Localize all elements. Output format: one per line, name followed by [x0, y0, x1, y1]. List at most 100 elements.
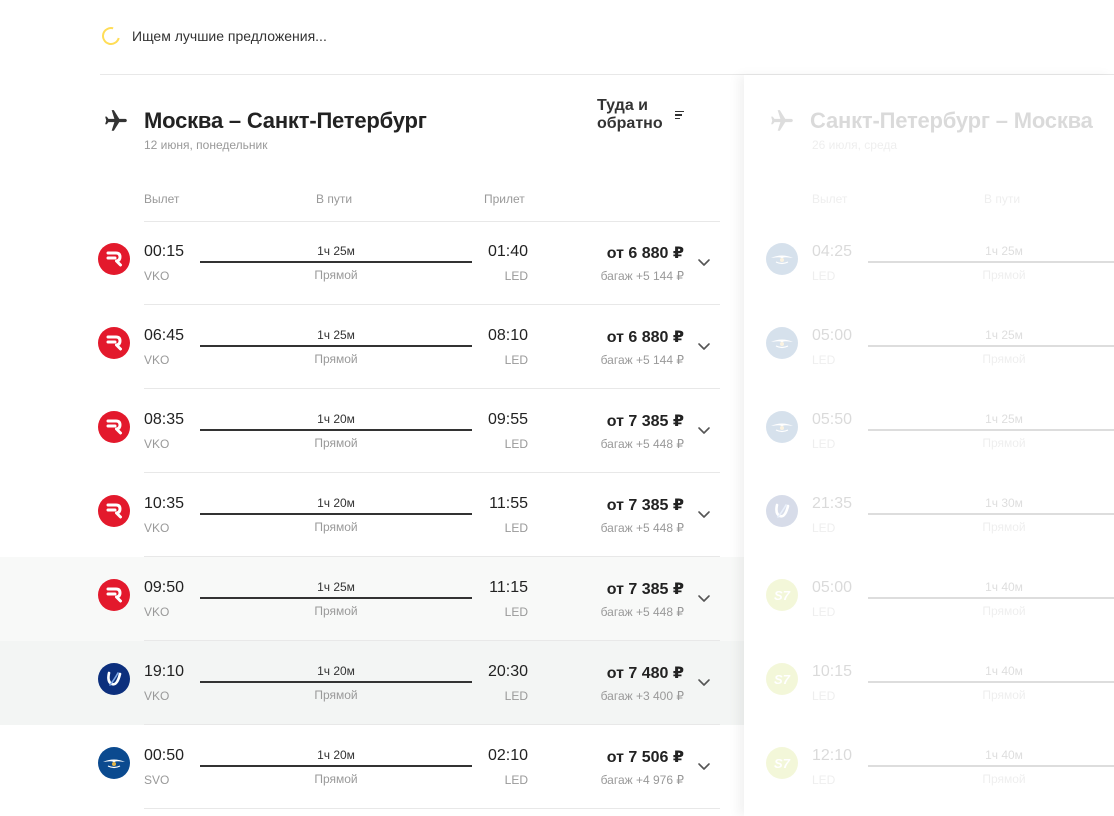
flight-row[interactable]: 00:50 SVO 1ч 20м Прямой 02:10 LED от 7 506 ₽ ба…	[0, 725, 744, 809]
airline-logo-utair	[766, 495, 798, 527]
departure-time: 04:25	[812, 243, 853, 260]
flight-type: Прямой	[314, 688, 358, 702]
departure-airport: VKO	[144, 689, 170, 703]
flight-row[interactable]: 08:35 VKO 1ч 20м Прямой 09:55 LED от 7 385 ₽ ба…	[0, 389, 744, 473]
departure-time: 06:45	[144, 327, 185, 344]
flight-type: Прямой	[982, 688, 1026, 702]
flight-price: от 7 385 ₽	[606, 497, 684, 514]
outbound-route-title: Москва – Санкт-Петербург	[144, 108, 427, 133]
flight-type: Прямой	[314, 352, 358, 366]
return-route-title: Санкт-Петербург – Москва	[810, 108, 1093, 133]
flight-duration: 1ч 25м	[317, 328, 355, 342]
return-panel: Санкт-Петербург – Москва 26 июля, среда …	[744, 75, 1114, 816]
outbound-panel: Москва – Санкт-Петербург 12 июня, понеде…	[0, 75, 744, 816]
flight-duration: 1ч 20м	[317, 412, 355, 426]
route-line	[200, 429, 472, 431]
departure-airport: SVO	[144, 773, 170, 787]
flight-row[interactable]: S7 05:00 LED 1ч 40м Прямой	[744, 557, 1114, 641]
chevron-down-icon[interactable]	[697, 423, 711, 434]
departure-time: 05:50	[812, 411, 853, 428]
sort-icon	[675, 110, 684, 120]
baggage-price: багаж +5 448 ₽	[600, 437, 684, 451]
flight-type: Прямой	[982, 772, 1026, 786]
flight-row[interactable]: 09:50 VKO 1ч 25м Прямой 11:15 LED от 7 385 ₽ ба…	[0, 557, 744, 641]
route-line	[868, 513, 1114, 515]
flight-row[interactable]: 19:10 VKO 1ч 20м Прямой 20:30 LED от 7 480 ₽ ба…	[0, 641, 744, 725]
flight-row[interactable]: 21:35 LED 1ч 30м Прямой	[744, 473, 1114, 557]
arrival-time: 01:40	[487, 243, 528, 260]
route-line	[868, 681, 1114, 683]
flight-row[interactable]: 00:15 VKO 1ч 25м Прямой 01:40 LED от 6 880 ₽ ба…	[0, 221, 744, 305]
baggage-price: багаж +5 144 ₽	[600, 353, 684, 367]
arrival-airport: LED	[504, 605, 528, 619]
departure-airport: LED	[812, 605, 836, 619]
baggage-price: багаж +4 976 ₽	[600, 773, 684, 787]
baggage-price: багаж +3 400 ₽	[600, 689, 684, 703]
departure-airport: VKO	[144, 437, 170, 451]
flight-row[interactable]: 04:25 LED 1ч 25м Прямой	[744, 221, 1114, 305]
loading-spinner-icon	[98, 23, 124, 49]
arrival-time: 09:55	[487, 411, 528, 428]
flight-price: от 6 880 ₽	[606, 245, 684, 262]
arrival-time: 20:30	[487, 663, 528, 680]
sort-by-price-button[interactable]: Туда и обратно	[597, 97, 684, 133]
route-line	[868, 597, 1114, 599]
departure-airport: LED	[812, 689, 836, 703]
arrival-airport: LED	[504, 773, 528, 787]
airline-logo-rossiya	[98, 411, 130, 443]
chevron-down-icon[interactable]	[697, 339, 711, 350]
departure-airport: VKO	[144, 269, 170, 283]
route-line	[200, 513, 472, 515]
column-header-departure: Вылет	[144, 192, 180, 206]
chevron-down-icon[interactable]	[697, 591, 711, 602]
search-status: Ищем лучшие предложения...	[98, 23, 327, 49]
column-header-price: Туда и обратно	[597, 97, 663, 132]
flight-duration: 1ч 25м	[985, 412, 1023, 426]
flight-type: Прямой	[314, 268, 358, 282]
flight-price: от 7 506 ₽	[606, 749, 684, 766]
flight-duration: 1ч 40м	[985, 748, 1023, 762]
flight-type: Прямой	[982, 604, 1026, 618]
column-header-departure: Вылет	[812, 192, 848, 206]
arrival-airport: LED	[504, 437, 528, 451]
departure-airport: VKO	[144, 605, 170, 619]
flight-row[interactable]: 10:35 VKO 1ч 20м Прямой 11:55 LED от 7 385 ₽ ба…	[0, 473, 744, 557]
flight-type: Прямой	[982, 268, 1026, 282]
outbound-route-header: Москва – Санкт-Петербург	[102, 107, 427, 135]
outbound-route-date: 12 июня, понедельник	[144, 138, 268, 152]
baggage-price: багаж +5 448 ₽	[600, 605, 684, 619]
chevron-down-icon[interactable]	[697, 759, 711, 770]
route-line	[200, 345, 472, 347]
departure-time: 08:35	[144, 411, 185, 428]
route-line	[868, 429, 1114, 431]
flight-type: Прямой	[982, 436, 1026, 450]
chevron-down-icon[interactable]	[697, 255, 711, 266]
chevron-down-icon[interactable]	[697, 507, 711, 518]
departure-airport: LED	[812, 773, 836, 787]
chevron-down-icon[interactable]	[697, 675, 711, 686]
flight-row[interactable]: 06:45 VKO 1ч 25м Прямой 08:10 LED от 6 880 ₽ ба…	[0, 305, 744, 389]
flight-duration: 1ч 25м	[317, 580, 355, 594]
flight-row[interactable]: S7 12:10 LED 1ч 40м Прямой	[744, 725, 1114, 809]
flight-row[interactable]: 05:50 LED 1ч 25м Прямой	[744, 389, 1114, 473]
arrival-airport: LED	[504, 521, 528, 535]
flight-price: от 7 385 ₽	[606, 581, 684, 598]
departure-time: 00:15	[144, 243, 185, 260]
flight-duration: 1ч 25м	[985, 328, 1023, 342]
flight-type: Прямой	[982, 520, 1026, 534]
flight-row[interactable]: S7 10:15 LED 1ч 40м Прямой	[744, 641, 1114, 725]
flight-duration: 1ч 40м	[985, 664, 1023, 678]
route-line	[868, 765, 1114, 767]
airline-logo-aeroflot	[766, 327, 798, 359]
return-route-date: 26 июля, среда	[812, 138, 898, 152]
departure-airport: VKO	[144, 353, 170, 367]
flight-type: Прямой	[314, 604, 358, 618]
airline-logo-aeroflot	[766, 243, 798, 275]
departure-airport: LED	[812, 521, 836, 535]
flight-duration: 1ч 25м	[317, 244, 355, 258]
departure-airport: LED	[812, 269, 836, 283]
outbound-flight-list: 00:15 VKO 1ч 25м Прямой 01:40 LED от 6 880 ₽ ба…	[0, 221, 744, 809]
plane-icon	[768, 107, 796, 135]
flight-row[interactable]: 05:00 LED 1ч 25м Прямой	[744, 305, 1114, 389]
departure-airport: LED	[812, 353, 836, 367]
